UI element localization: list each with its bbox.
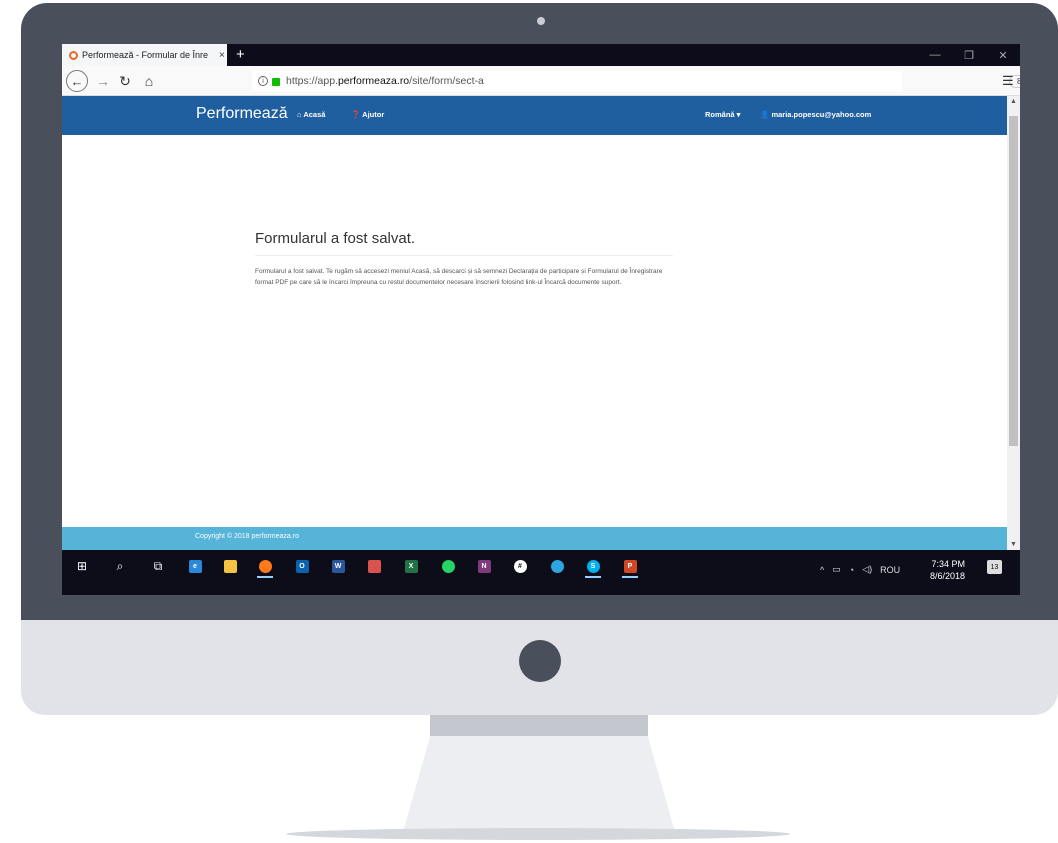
main-content: Formularul a fost salvat. Formularul a f… [255,230,673,288]
copyright-text: Copyright © 2018 performeaza.ro [195,533,299,540]
telegram-icon[interactable] [549,558,565,574]
scrollbar[interactable]: ▲ ▼ [1007,96,1020,550]
monitor-mockup: Performează - Formular de Înre × + — ❐ ✕… [0,0,1058,843]
excel-icon[interactable]: X [403,558,419,574]
onenote-icon[interactable]: N [476,558,492,574]
close-window-button[interactable]: ✕ [986,44,1020,66]
user-icon: 👤 [760,110,772,119]
tab-title: Performează - Formular de Înre [82,50,209,60]
scroll-down-icon[interactable]: ▼ [1007,541,1020,548]
windows-taskbar: ⊞ ⌕ ⧉ e O W X N # S P ^ ▭ ◔ ◁) ROU 7:34 … [62,550,1020,595]
new-tab-button[interactable]: + [236,46,245,63]
site-brand[interactable]: Performează [196,105,288,123]
minimize-button[interactable]: — [918,44,952,66]
nav-acasa[interactable]: ⌂ Acasă [297,110,325,119]
site-header: Performează ⌂ Acasă ❓ Ajutor Română ▾ 👤 … [62,96,1007,135]
file-explorer-icon[interactable] [222,558,238,574]
input-language[interactable]: ROU [880,565,900,575]
monitor-stand [403,736,675,832]
browser-tab[interactable]: Performează - Formular de Înre × [62,44,227,66]
screen: Performează - Formular de Înre × + — ❐ ✕… [62,44,1020,595]
nav-ajutor[interactable]: ❓ Ajutor [351,110,384,119]
user-menu[interactable]: 👤 maria.popescu@yahoo.com [760,110,871,119]
browser-navbar: ← → ↻ ⌂ i https://app.performeaza.ro/sit… [62,66,1020,96]
skype-icon[interactable]: S [585,558,601,578]
wifi-icon[interactable]: ◔ [849,565,854,575]
chevron-up-icon[interactable]: ^ [820,565,824,575]
security-app-icon[interactable] [366,558,382,574]
language-dropdown[interactable]: Română ▾ [705,110,740,119]
lock-icon [272,78,280,86]
reload-button[interactable]: ↻ [114,70,136,92]
whatsapp-icon[interactable] [440,558,456,574]
url-text: https://app.performeaza.ro/site/form/sec… [286,75,484,87]
word-icon[interactable]: W [330,558,346,574]
volume-icon[interactable]: ◁) [862,564,872,575]
url-bar[interactable]: i https://app.performeaza.ro/site/form/s… [252,71,1020,91]
search-icon[interactable]: ⌕ [112,558,128,574]
hamburger-menu-icon[interactable]: ☰ [1002,73,1014,89]
outlook-icon[interactable]: O [294,558,310,574]
forward-button[interactable]: → [92,70,114,92]
notifications-icon[interactable]: 13 [987,560,1002,574]
battery-icon[interactable]: ▭ [832,564,841,575]
edge-icon[interactable]: e [187,558,203,574]
system-tray: ^ ▭ ◔ ◁) ROU [820,564,900,575]
clock-time: 7:34 PM [931,559,966,569]
help-icon: ❓ [351,110,363,119]
stand-neck [430,715,648,737]
clock[interactable]: 7:34 PM 8/6/2018 [930,558,965,582]
close-tab-icon[interactable]: × [219,50,225,61]
task-view-icon[interactable]: ⧉ [150,558,166,574]
scroll-up-icon[interactable]: ▲ [1007,98,1020,105]
powerpoint-icon[interactable]: P [622,558,638,578]
back-button[interactable]: ← [66,70,88,92]
firefox-icon[interactable] [257,558,273,578]
home-button[interactable]: ⌂ [138,70,160,92]
browser-tabbar: Performează - Formular de Înre × + — ❐ ✕ [62,44,1020,66]
maximize-button[interactable]: ❐ [952,44,986,66]
scrollbar-thumb[interactable] [1009,116,1018,446]
info-icon[interactable]: i [258,76,268,86]
window-controls: — ❐ ✕ [918,44,1020,66]
slack-icon[interactable]: # [512,558,528,574]
clock-date: 8/6/2018 [930,571,966,581]
monitor-base [286,828,790,840]
camera-dot [537,17,545,25]
windows-start-icon[interactable]: ⊞ [74,558,90,574]
site-footer: Copyright © 2018 performeaza.ro [62,527,1007,550]
page-title: Formularul a fost salvat. [255,230,673,256]
confirmation-message: Formularul a fost salvat. Te rugăm să ac… [255,268,663,286]
favicon-icon [69,50,78,60]
power-button [519,640,561,682]
